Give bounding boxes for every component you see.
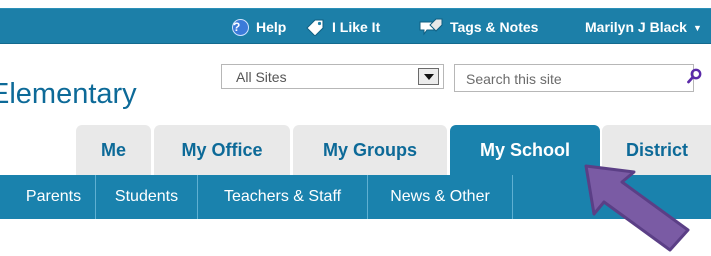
subnav-label: News & Other xyxy=(390,188,490,205)
subnav-item-teachers-staff[interactable]: Teachers & Staff xyxy=(198,175,368,219)
subnav-label: Parents xyxy=(25,188,82,205)
tags-notes-icon xyxy=(419,18,443,36)
tab-my-office[interactable]: My Office xyxy=(154,125,290,175)
search-input[interactable]: Search this site xyxy=(454,64,702,92)
help-label: Help xyxy=(256,19,287,35)
ribbon-bar: ? Help I Like It Tags & Notes Marilyn J … xyxy=(0,8,711,44)
subnav-label: Teachers & Staff xyxy=(223,188,342,205)
subnav-label: Students xyxy=(114,188,179,205)
site-title[interactable]: Elementary xyxy=(0,78,137,111)
i-like-it-button[interactable]: I Like It xyxy=(305,9,380,45)
user-menu[interactable]: Marilyn J Black ▼ xyxy=(585,9,702,45)
tags-notes-button[interactable]: Tags & Notes xyxy=(419,9,538,45)
callout-arrow-icon xyxy=(584,164,690,252)
chevron-down-icon[interactable] xyxy=(418,68,439,85)
search-placeholder: Search this site xyxy=(466,71,562,87)
tab-label: My Office xyxy=(181,139,263,160)
tab-label: My School xyxy=(479,139,570,160)
search-icon[interactable] xyxy=(687,68,703,86)
tag-like-icon xyxy=(306,19,324,36)
help-icon: ? xyxy=(232,18,249,36)
tab-me[interactable]: Me xyxy=(76,125,151,175)
subnav-item-students[interactable]: Students xyxy=(96,175,198,219)
search-scope-select[interactable]: All Sites xyxy=(221,64,444,89)
help-button[interactable]: ? Help xyxy=(232,9,286,45)
subnav-item-parents[interactable]: Parents xyxy=(0,175,96,219)
search-scope-value: All Sites xyxy=(236,69,287,85)
i-like-it-label: I Like It xyxy=(332,19,381,35)
tab-my-groups[interactable]: My Groups xyxy=(293,125,447,175)
chevron-down-icon: ▼ xyxy=(692,23,702,33)
sharepoint-page: ? Help I Like It Tags & Notes Marilyn J … xyxy=(0,0,711,256)
subnav-item-news-other[interactable]: News & Other xyxy=(368,175,513,219)
top-strip xyxy=(0,0,711,8)
tab-label: My Groups xyxy=(322,139,417,160)
tab-label: Me xyxy=(100,139,126,160)
tags-notes-label: Tags & Notes xyxy=(450,19,539,35)
user-name: Marilyn J Black xyxy=(585,19,687,35)
